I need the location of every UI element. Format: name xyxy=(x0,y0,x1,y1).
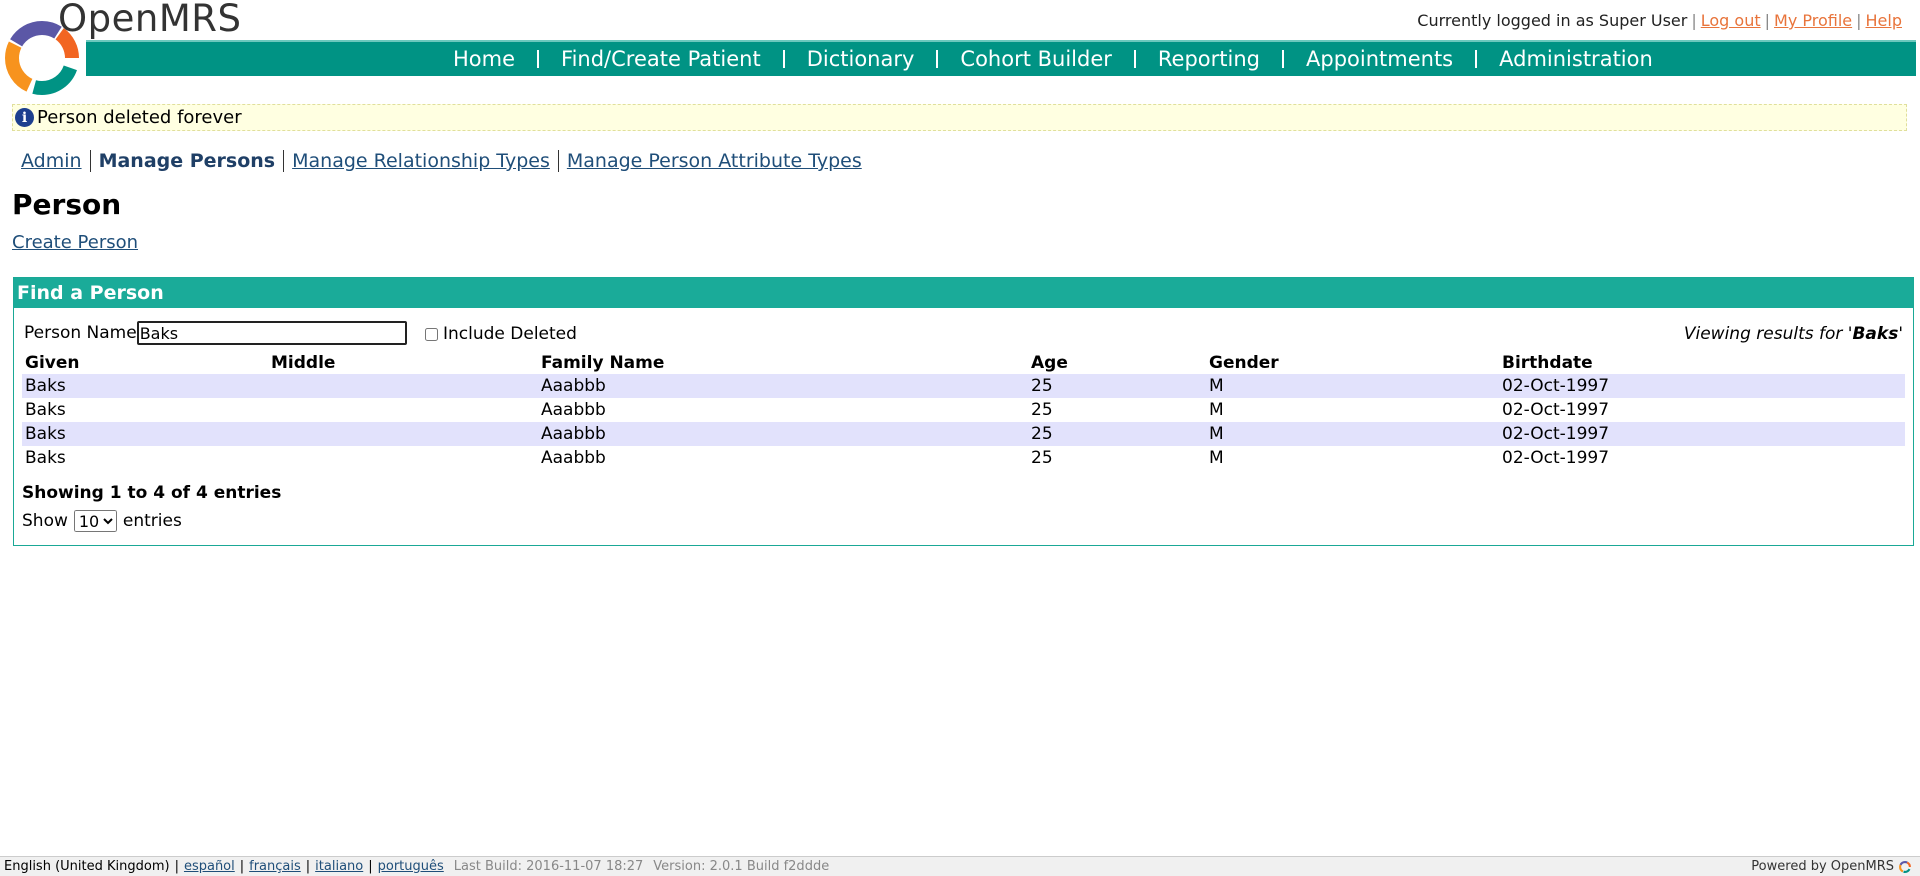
last-build-text: Last Build: 2016-11-07 18:27 xyxy=(453,859,644,874)
cell-birthdate: 02-Oct-1997 xyxy=(1502,400,1610,420)
cell-gender: M xyxy=(1209,400,1224,420)
cell-family-name: Aaabbb xyxy=(538,422,1028,446)
page-title: Person xyxy=(12,188,122,221)
include-deleted-label: Include Deleted xyxy=(443,324,577,344)
language-link-french[interactable]: français xyxy=(249,859,301,874)
language-current: English (United Kingdom) xyxy=(4,859,170,874)
nav-cohort-builder[interactable]: Cohort Builder xyxy=(938,47,1133,71)
col-gender[interactable]: Gender xyxy=(1206,352,1499,374)
language-link-italian[interactable]: italiano xyxy=(315,859,363,874)
powered-by: Powered by OpenMRS xyxy=(1751,857,1912,876)
manage-persons-tab: Manage Persons xyxy=(98,150,276,172)
cell-middle xyxy=(268,422,538,446)
col-middle[interactable]: Middle xyxy=(268,352,538,374)
showing-entries-text: Showing 1 to 4 of 4 entries xyxy=(22,483,282,503)
nav-reporting[interactable]: Reporting xyxy=(1136,47,1282,71)
cell-age: 25 xyxy=(1028,374,1206,398)
cell-gender: M xyxy=(1206,374,1499,398)
info-message-bar: i Person deleted forever xyxy=(12,104,1907,131)
cell-age: 25 xyxy=(1031,400,1053,420)
find-person-box: Find a Person Person Name Include Delete… xyxy=(13,277,1914,546)
cell-age: 25 xyxy=(1028,422,1206,446)
cell-middle xyxy=(268,374,538,398)
info-message-text: Person deleted forever xyxy=(37,107,242,128)
col-birthdate[interactable]: Birthdate xyxy=(1499,352,1905,374)
powered-by-text: Powered by OpenMRS xyxy=(1751,859,1894,874)
cell-birthdate: 02-Oct-1997 xyxy=(1499,422,1905,446)
find-person-header: Find a Person xyxy=(14,278,1913,308)
admin-subnav: Admin Manage Persons Manage Relationship… xyxy=(21,150,862,172)
language-link-portuguese[interactable]: português xyxy=(378,859,444,874)
openmrs-small-logo-icon xyxy=(1899,860,1911,873)
nav-dictionary[interactable]: Dictionary xyxy=(785,47,937,71)
nav-appointments[interactable]: Appointments xyxy=(1284,47,1475,71)
version-text: Version: 2.0.1 Build f2ddde xyxy=(653,859,830,874)
manage-person-attribute-types-link[interactable]: Manage Person Attribute Types xyxy=(567,150,862,172)
manage-relationship-types-link[interactable]: Manage Relationship Types xyxy=(292,150,550,172)
create-person-link[interactable]: Create Person xyxy=(12,232,138,253)
help-link[interactable]: Help xyxy=(1866,11,1902,30)
search-row: Person Name xyxy=(24,321,407,345)
my-profile-link[interactable]: My Profile xyxy=(1774,11,1852,30)
col-given[interactable]: Given xyxy=(22,352,268,374)
table-row[interactable]: Baks Aaabbb 25 M 02-Oct-1997 xyxy=(22,446,1905,470)
col-age[interactable]: Age xyxy=(1028,352,1206,374)
cell-family-name: Aaabbb xyxy=(538,374,1028,398)
entries-per-page-select[interactable]: 10 xyxy=(73,510,117,532)
cell-given: Baks xyxy=(22,422,268,446)
main-navbar: Home Find/Create Patient Dictionary Coho… xyxy=(86,40,1916,76)
table-row[interactable]: Baks Aaabbb 25 M 02-Oct-1997 xyxy=(22,398,1905,422)
cell-gender: M xyxy=(1206,422,1499,446)
footer: English (United Kingdom) | español | franç… xyxy=(0,856,1920,876)
cell-middle xyxy=(268,398,538,422)
person-name-input[interactable] xyxy=(136,321,407,345)
nav-administration[interactable]: Administration xyxy=(1477,47,1675,71)
include-deleted-checkbox[interactable] xyxy=(425,327,438,341)
results-table: Given Middle Family Name Age Gender Birt… xyxy=(22,352,1905,470)
logged-in-text: Currently logged in as Super User xyxy=(1417,11,1688,30)
cell-given: Baks xyxy=(25,448,66,468)
show-entries-control: Show 10 entries xyxy=(22,510,182,532)
table-row[interactable]: Baks Aaabbb 25 M 02-Oct-1997 xyxy=(22,374,1905,398)
table-row[interactable]: Baks Aaabbb 25 M 02-Oct-1997 xyxy=(22,422,1905,446)
search-term: Baks xyxy=(1852,324,1899,344)
cell-middle xyxy=(268,446,538,470)
brand-name: OpenMRS xyxy=(58,0,242,40)
language-link-spanish[interactable]: español xyxy=(184,859,235,874)
nav-find-create-patient[interactable]: Find/Create Patient xyxy=(539,47,783,71)
cell-birthdate: 02-Oct-1997 xyxy=(1499,374,1905,398)
info-icon: i xyxy=(15,108,34,127)
user-bar: Currently logged in as Super User | Log ou… xyxy=(1417,11,1902,30)
include-deleted-option[interactable]: Include Deleted xyxy=(425,324,577,344)
admin-link[interactable]: Admin xyxy=(21,150,82,172)
col-family-name[interactable]: Family Name xyxy=(538,352,1028,374)
nav-home[interactable]: Home xyxy=(431,47,537,71)
cell-given: Baks xyxy=(22,374,268,398)
viewing-results-text: Viewing results for 'Baks' xyxy=(1683,324,1903,344)
cell-given: Baks xyxy=(25,400,66,420)
person-name-label: Person Name xyxy=(24,323,137,343)
table-header-row: Given Middle Family Name Age Gender Birt… xyxy=(22,352,1905,374)
cell-age: 25 xyxy=(1031,448,1053,468)
cell-family-name: Aaabbb xyxy=(541,448,606,468)
show-label: Show xyxy=(22,511,68,531)
logout-link[interactable]: Log out xyxy=(1701,11,1761,30)
entries-label: entries xyxy=(122,511,182,531)
cell-family-name: Aaabbb xyxy=(541,400,606,420)
cell-birthdate: 02-Oct-1997 xyxy=(1502,448,1610,468)
cell-gender: M xyxy=(1209,448,1224,468)
